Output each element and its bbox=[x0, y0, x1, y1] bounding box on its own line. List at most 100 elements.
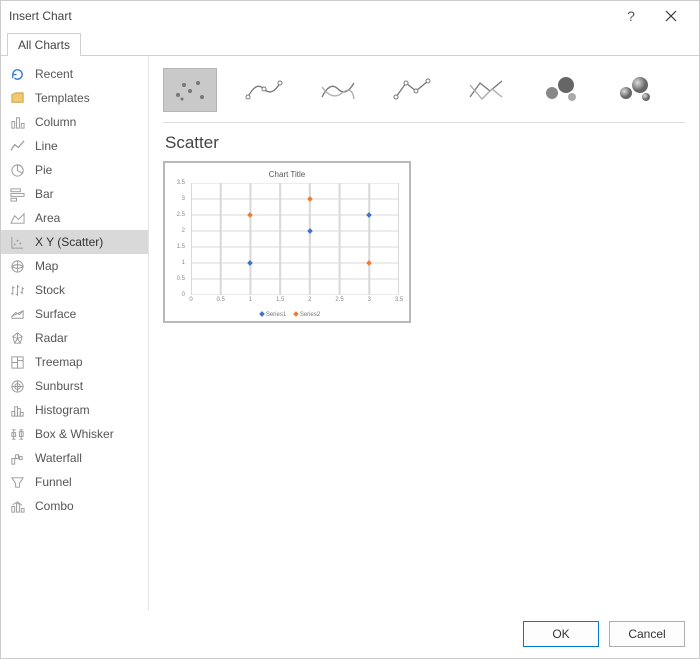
category-label: Radar bbox=[35, 331, 68, 345]
help-button[interactable]: ? bbox=[611, 1, 651, 31]
subtype-scatter-straight[interactable] bbox=[459, 68, 513, 112]
pie-icon bbox=[9, 162, 25, 178]
titlebar: Insert Chart ? bbox=[1, 1, 699, 31]
category-radar[interactable]: Radar bbox=[1, 326, 148, 350]
subtype-scatter[interactable] bbox=[163, 68, 217, 112]
plot-area bbox=[191, 183, 399, 295]
chart-preview[interactable]: Chart Title 00.511.522.533.5 00.511.522.… bbox=[163, 161, 411, 323]
category-pie[interactable]: Pie bbox=[1, 158, 148, 182]
legend-label-s2: Series2 bbox=[300, 312, 320, 318]
tab-all-charts[interactable]: All Charts bbox=[7, 33, 81, 56]
subtype-scatter-smooth[interactable] bbox=[311, 68, 365, 112]
category-funnel[interactable]: Funnel bbox=[1, 470, 148, 494]
category-label: Waterfall bbox=[35, 451, 82, 465]
x-tick-label: 2 bbox=[308, 297, 311, 303]
subtype-bubble[interactable] bbox=[533, 68, 587, 112]
x-tick-label: 0 bbox=[189, 297, 192, 303]
close-button[interactable] bbox=[651, 1, 691, 31]
line-icon bbox=[9, 138, 25, 154]
y-tick-label: 1.5 bbox=[177, 244, 185, 250]
category-surface[interactable]: Surface bbox=[1, 302, 148, 326]
y-tick-label: 0.5 bbox=[177, 276, 185, 282]
section-title: Scatter bbox=[165, 133, 685, 153]
y-axis: 00.511.522.533.5 bbox=[169, 183, 187, 295]
category-sidebar: Recent Templates Column Line Pie Bar Area X Y (… bbox=[1, 56, 149, 610]
y-tick-label: 3.5 bbox=[177, 180, 185, 186]
funnel-icon bbox=[9, 474, 25, 490]
recent-icon bbox=[9, 66, 25, 82]
subtype-bubble-3d[interactable] bbox=[607, 68, 661, 112]
legend-swatch-s1 bbox=[259, 312, 265, 318]
data-point bbox=[366, 260, 372, 266]
column-icon bbox=[9, 114, 25, 130]
insert-chart-dialog: Insert Chart ? All Charts Recent Template… bbox=[0, 0, 700, 659]
data-point bbox=[307, 196, 313, 202]
legend-swatch-s2 bbox=[293, 312, 299, 318]
bar-icon bbox=[9, 186, 25, 202]
category-column[interactable]: Column bbox=[1, 110, 148, 134]
dialog-title: Insert Chart bbox=[9, 9, 611, 23]
category-area[interactable]: Area bbox=[1, 206, 148, 230]
area-icon bbox=[9, 210, 25, 226]
subtype-scatter-straight-markers[interactable] bbox=[385, 68, 439, 112]
main-panel: Scatter Chart Title 00.511.522.533.5 00.… bbox=[149, 56, 699, 610]
category-label: Funnel bbox=[35, 475, 72, 489]
x-tick-label: 1 bbox=[249, 297, 252, 303]
templates-icon bbox=[9, 90, 25, 106]
sunburst-icon bbox=[9, 378, 25, 394]
legend-label-s1: Series1 bbox=[266, 312, 286, 318]
y-tick-label: 3 bbox=[182, 196, 185, 202]
x-axis: 00.511.522.533.5 bbox=[191, 297, 399, 305]
dialog-body: Recent Templates Column Line Pie Bar Area X Y (… bbox=[1, 56, 699, 610]
map-icon bbox=[9, 258, 25, 274]
category-stock[interactable]: Stock bbox=[1, 278, 148, 302]
category-waterfall[interactable]: Waterfall bbox=[1, 446, 148, 470]
data-point bbox=[307, 228, 313, 234]
stock-icon bbox=[9, 282, 25, 298]
category-label: X Y (Scatter) bbox=[35, 235, 103, 249]
chart-title: Chart Title bbox=[165, 170, 409, 179]
category-recent[interactable]: Recent bbox=[1, 62, 148, 86]
data-point bbox=[248, 260, 254, 266]
category-histogram[interactable]: Histogram bbox=[1, 398, 148, 422]
category-boxwhisker[interactable]: Box & Whisker bbox=[1, 422, 148, 446]
cancel-button[interactable]: Cancel bbox=[609, 621, 685, 647]
legend: Series1 Series2 bbox=[165, 312, 409, 318]
histogram-icon bbox=[9, 402, 25, 418]
category-label: Sunburst bbox=[35, 379, 83, 393]
y-tick-label: 1 bbox=[182, 260, 185, 266]
close-icon bbox=[665, 10, 677, 22]
category-label: Bar bbox=[35, 187, 54, 201]
x-tick-label: 0.5 bbox=[217, 297, 225, 303]
category-templates[interactable]: Templates bbox=[1, 86, 148, 110]
radar-icon bbox=[9, 330, 25, 346]
data-points bbox=[191, 183, 399, 295]
category-combo[interactable]: Combo bbox=[1, 494, 148, 518]
category-treemap[interactable]: Treemap bbox=[1, 350, 148, 374]
boxwhisker-icon bbox=[9, 426, 25, 442]
category-line[interactable]: Line bbox=[1, 134, 148, 158]
category-label: Treemap bbox=[35, 355, 83, 369]
category-label: Recent bbox=[35, 67, 73, 81]
category-label: Surface bbox=[35, 307, 76, 321]
y-tick-label: 2.5 bbox=[177, 212, 185, 218]
category-bar[interactable]: Bar bbox=[1, 182, 148, 206]
xyscatter-icon bbox=[9, 234, 25, 250]
subtype-row bbox=[163, 66, 685, 123]
surface-icon bbox=[9, 306, 25, 322]
category-map[interactable]: Map bbox=[1, 254, 148, 278]
x-tick-label: 2.5 bbox=[335, 297, 343, 303]
x-tick-label: 3.5 bbox=[395, 297, 403, 303]
category-xyscatter[interactable]: X Y (Scatter) bbox=[1, 230, 148, 254]
x-tick-label: 1.5 bbox=[276, 297, 284, 303]
category-label: Line bbox=[35, 139, 58, 153]
tabstrip: All Charts bbox=[1, 31, 699, 56]
category-label: Pie bbox=[35, 163, 52, 177]
category-label: Templates bbox=[35, 91, 90, 105]
x-tick-label: 3 bbox=[368, 297, 371, 303]
category-sunburst[interactable]: Sunburst bbox=[1, 374, 148, 398]
category-label: Combo bbox=[35, 499, 74, 513]
subtype-scatter-smooth-markers[interactable] bbox=[237, 68, 291, 112]
category-label: Stock bbox=[35, 283, 65, 297]
ok-button[interactable]: OK bbox=[523, 621, 599, 647]
